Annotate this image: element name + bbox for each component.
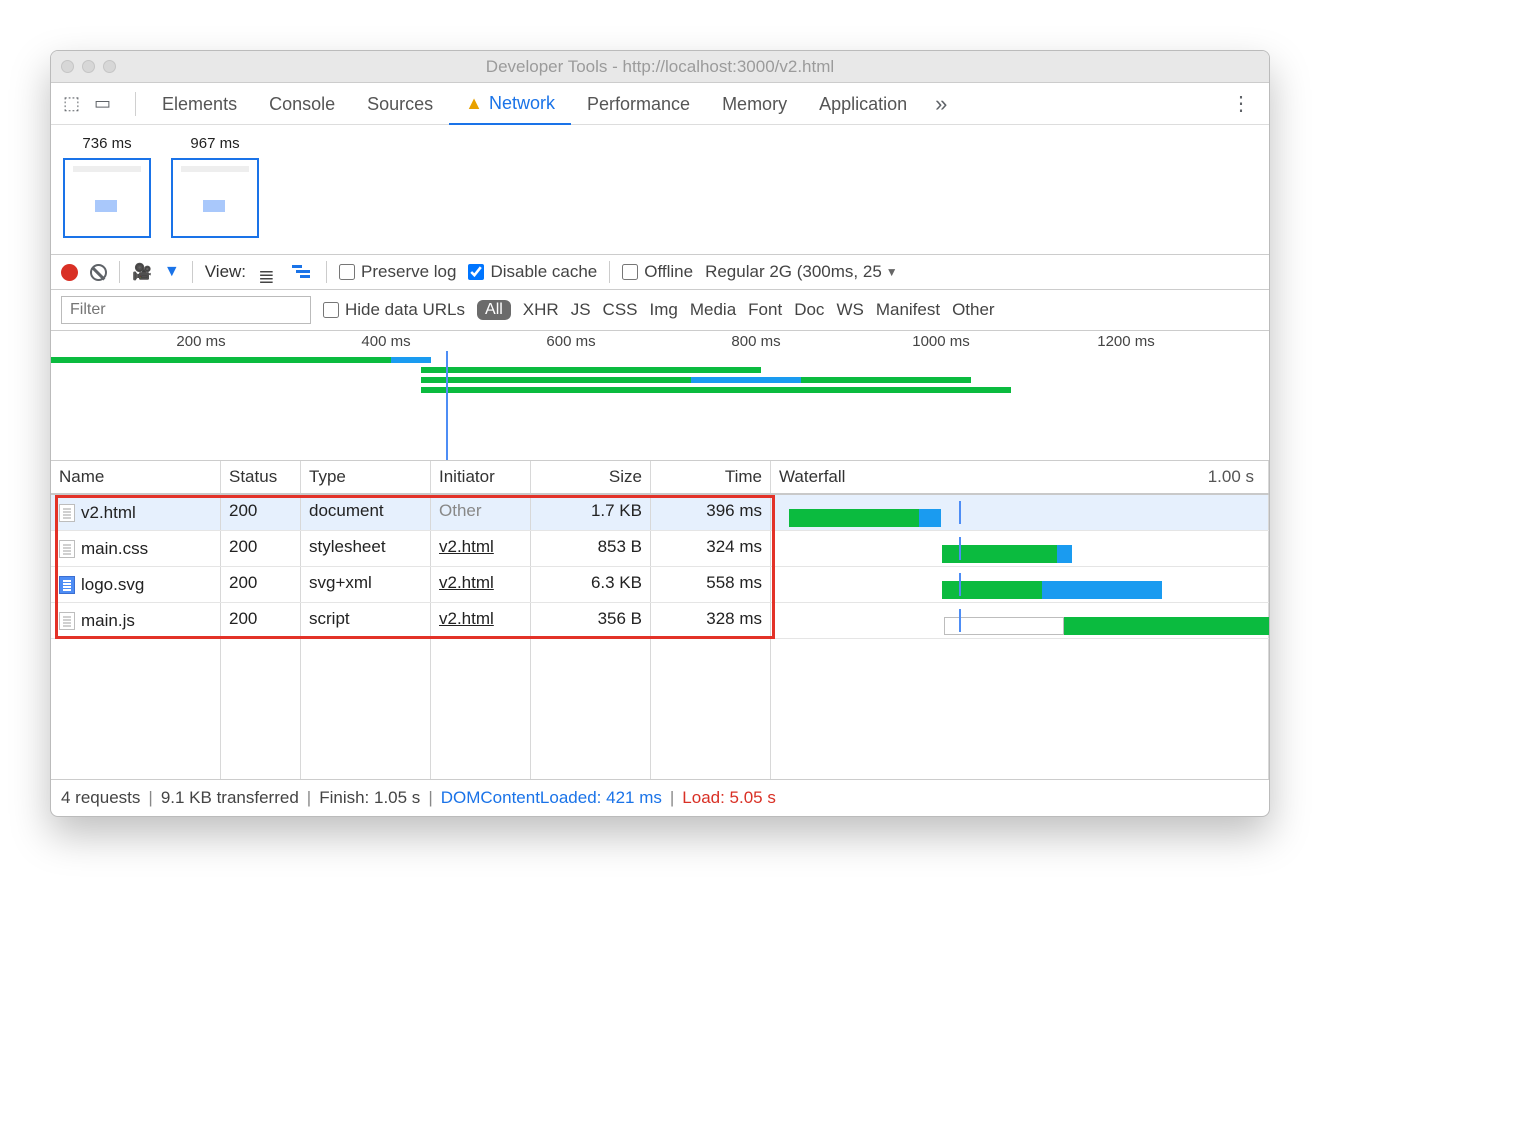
filter-type-xhr[interactable]: XHR (523, 300, 559, 320)
col-time[interactable]: Time (651, 461, 771, 493)
filter-type-js[interactable]: JS (571, 300, 591, 320)
filmstrip-time-2: 967 ms (171, 135, 259, 152)
status-bar: 4 requests | 9.1 KB transferred | Finish… (51, 779, 1269, 816)
filmstrip: 736 ms 967 ms (51, 125, 1269, 255)
warning-icon: ▲ (465, 82, 483, 124)
filter-bar: Hide data URLs All XHR JS CSS Img Media … (51, 290, 1269, 331)
file-icon (59, 576, 75, 594)
file-icon (59, 612, 75, 630)
view-waterfall-icon[interactable] (292, 264, 314, 280)
filter-type-font[interactable]: Font (748, 300, 782, 320)
col-size[interactable]: Size (531, 461, 651, 493)
status-transferred: 9.1 KB transferred (161, 788, 299, 808)
view-list-icon[interactable] (258, 264, 280, 280)
filmstrip-frame-1[interactable]: 736 ms (63, 135, 151, 244)
capture-screenshots-icon[interactable]: 🎥 (132, 262, 152, 282)
filter-type-img[interactable]: Img (650, 300, 678, 320)
kebab-menu-icon[interactable]: ⋮ (1221, 91, 1261, 116)
status-finish: Finish: 1.05 s (319, 788, 420, 808)
tab-network[interactable]: ▲ Network (449, 83, 571, 125)
tab-elements[interactable]: Elements (146, 83, 253, 125)
table-row[interactable]: v2.html 200 document Other 1.7 KB 396 ms (51, 495, 1269, 531)
timeline-overview[interactable]: 200 ms 400 ms 600 ms 800 ms 1000 ms 1200… (51, 331, 1269, 461)
file-icon (59, 540, 75, 558)
col-type[interactable]: Type (301, 461, 431, 493)
view-label: View: (205, 262, 246, 282)
filter-type-media[interactable]: Media (690, 300, 736, 320)
filter-type-manifest[interactable]: Manifest (876, 300, 940, 320)
filmstrip-time-1: 736 ms (63, 135, 151, 152)
throttle-select[interactable]: Regular 2G (300ms, 25 ▼ (705, 262, 898, 282)
titlebar: Developer Tools - http://localhost:3000/… (51, 51, 1269, 83)
chevron-down-icon: ▼ (886, 265, 898, 279)
status-load: Load: 5.05 s (682, 788, 776, 808)
tab-performance[interactable]: Performance (571, 83, 706, 125)
tab-sources[interactable]: Sources (351, 83, 449, 125)
tab-console[interactable]: Console (253, 83, 351, 125)
more-tabs-icon[interactable]: » (923, 91, 959, 117)
status-dcl: DOMContentLoaded: 421 ms (441, 788, 662, 808)
panel-tabs: ⬚ ▭ Elements Console Sources ▲ Network P… (51, 83, 1269, 125)
inspect-icon[interactable]: ⬚ (63, 93, 80, 114)
hide-data-urls-checkbox[interactable]: Hide data URLs (323, 300, 465, 320)
initiator-link[interactable]: v2.html (439, 537, 494, 556)
filter-type-doc[interactable]: Doc (794, 300, 824, 320)
table-row[interactable]: main.js 200 script v2.html 356 B 328 ms (51, 603, 1269, 639)
offline-checkbox[interactable]: Offline (622, 262, 693, 282)
disable-cache-checkbox[interactable]: Disable cache (468, 262, 597, 282)
col-status[interactable]: Status (221, 461, 301, 493)
col-name[interactable]: Name (51, 461, 221, 493)
filter-type-css[interactable]: CSS (603, 300, 638, 320)
record-button[interactable] (61, 264, 78, 281)
filter-type-ws[interactable]: WS (836, 300, 863, 320)
tab-application[interactable]: Application (803, 83, 923, 125)
empty-grid (51, 639, 1269, 779)
preserve-log-checkbox[interactable]: Preserve log (339, 262, 456, 282)
network-table-header: Name Status Type Initiator Size Time Wat… (51, 461, 1269, 495)
filter-icon[interactable]: ▼ (164, 263, 180, 281)
col-initiator[interactable]: Initiator (431, 461, 531, 493)
file-icon (59, 504, 75, 522)
filmstrip-frame-2[interactable]: 967 ms (171, 135, 259, 244)
filmstrip-thumb-1 (63, 158, 151, 238)
filmstrip-thumb-2 (171, 158, 259, 238)
initiator-link[interactable]: v2.html (439, 609, 494, 628)
device-icon[interactable]: ▭ (94, 93, 111, 114)
table-row[interactable]: logo.svg 200 svg+xml v2.html 6.3 KB 558 … (51, 567, 1269, 603)
filter-input[interactable] (61, 296, 311, 324)
network-toolbar: 🎥 ▼ View: Preserve log Disable cache Off… (51, 255, 1269, 290)
window-title: Developer Tools - http://localhost:3000/… (51, 57, 1269, 77)
table-row[interactable]: main.css 200 stylesheet v2.html 853 B 32… (51, 531, 1269, 567)
status-requests: 4 requests (61, 788, 140, 808)
clear-button[interactable] (90, 264, 107, 281)
network-table-body: v2.html 200 document Other 1.7 KB 396 ms… (51, 495, 1269, 779)
filter-type-all[interactable]: All (477, 300, 511, 320)
filter-type-other[interactable]: Other (952, 300, 995, 320)
col-waterfall[interactable]: Waterfall 1.00 s (771, 461, 1269, 493)
tab-memory[interactable]: Memory (706, 83, 803, 125)
devtools-window: Developer Tools - http://localhost:3000/… (50, 50, 1270, 817)
dcl-marker (446, 351, 448, 460)
initiator-link[interactable]: v2.html (439, 573, 494, 592)
